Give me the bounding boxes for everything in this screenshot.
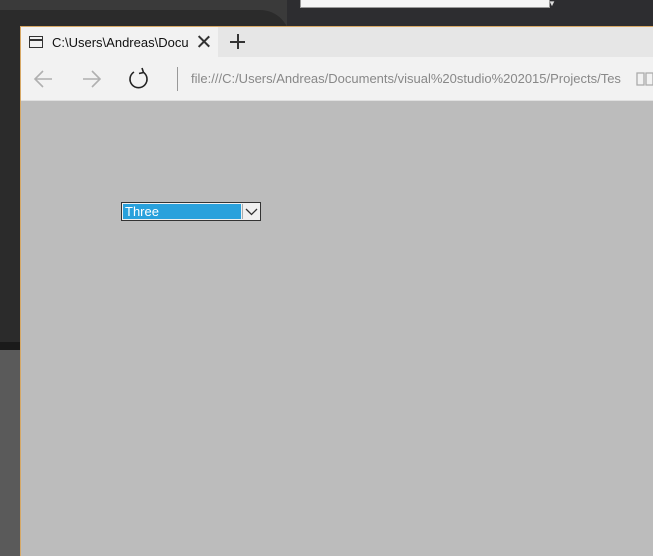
background-ide-field [300, 0, 550, 8]
background-window-lower [0, 350, 22, 556]
refresh-icon [129, 67, 148, 89]
refresh-button[interactable] [124, 65, 154, 93]
tab-bar: C:\Users\Andreas\Documents\visual studio… [21, 27, 653, 57]
toolbar-separator [177, 67, 178, 91]
browser-tab[interactable]: C:\Users\Andreas\Documents\visual studio… [21, 27, 218, 57]
close-icon[interactable] [195, 33, 213, 51]
back-button[interactable] [29, 65, 59, 93]
new-tab-button[interactable] [228, 32, 248, 52]
forward-button[interactable] [76, 65, 106, 93]
select-selected-value: Three [123, 204, 241, 219]
address-bar[interactable]: file:///C:/Users/Andreas/Documents/visua… [191, 71, 621, 89]
page-icon [29, 36, 43, 48]
tab-title: C:\Users\Andreas\Documents\visual studio… [52, 34, 189, 50]
back-arrow-icon [33, 70, 52, 88]
page-content: Three [21, 101, 653, 556]
browser-window: C:\Users\Andreas\Documents\visual studio… [20, 26, 653, 556]
forward-arrow-icon [83, 70, 102, 88]
navigation-bar: file:///C:/Users/Andreas/Documents/visua… [21, 57, 653, 101]
reading-view-button[interactable] [635, 69, 653, 89]
number-select[interactable]: Three [121, 202, 261, 221]
book-icon [636, 72, 653, 86]
background-ide-dropdown-icon: ▼ [548, 0, 556, 8]
chevron-down-icon[interactable] [242, 204, 259, 219]
